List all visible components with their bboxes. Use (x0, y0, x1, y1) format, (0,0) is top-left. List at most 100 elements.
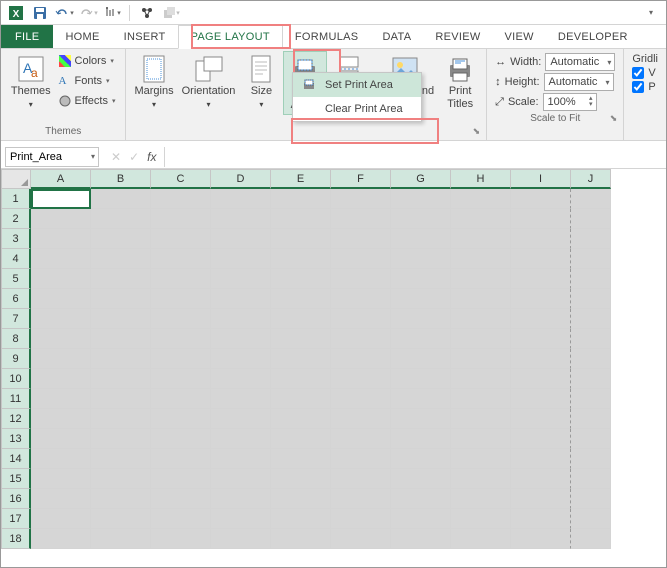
scale-launcher[interactable]: ⬊ (610, 113, 618, 124)
cell[interactable] (451, 389, 511, 409)
cell[interactable] (211, 209, 271, 229)
cell[interactable] (271, 489, 331, 509)
cell[interactable] (31, 369, 91, 389)
row-header[interactable]: 4 (1, 249, 31, 269)
cell[interactable] (331, 249, 391, 269)
row-header[interactable]: 1 (1, 189, 31, 209)
row-header[interactable]: 18 (1, 529, 31, 549)
col-header-b[interactable]: B (91, 169, 151, 189)
cell[interactable] (391, 249, 451, 269)
cell[interactable] (331, 369, 391, 389)
cell[interactable] (511, 409, 571, 429)
cell[interactable] (151, 289, 211, 309)
cell[interactable] (571, 269, 611, 289)
cell[interactable] (571, 249, 611, 269)
cell[interactable] (511, 349, 571, 369)
fonts-button[interactable]: AFonts ▾ (57, 71, 118, 91)
row-header[interactable]: 7 (1, 309, 31, 329)
cell[interactable] (571, 429, 611, 449)
row-header[interactable]: 13 (1, 429, 31, 449)
cell[interactable] (211, 269, 271, 289)
cell[interactable] (211, 409, 271, 429)
row-header[interactable]: 17 (1, 509, 31, 529)
cell[interactable] (211, 189, 271, 209)
cell[interactable] (571, 369, 611, 389)
cell[interactable] (391, 429, 451, 449)
cell[interactable] (331, 529, 391, 549)
cell[interactable] (91, 309, 151, 329)
cell[interactable] (91, 229, 151, 249)
cell[interactable] (451, 429, 511, 449)
cell[interactable] (331, 229, 391, 249)
cell[interactable] (271, 209, 331, 229)
cell[interactable] (391, 449, 451, 469)
themes-button[interactable]: Aa Themes ▾ (5, 51, 57, 113)
cell[interactable] (511, 289, 571, 309)
cell[interactable] (331, 349, 391, 369)
cell[interactable] (271, 369, 331, 389)
cell[interactable] (211, 229, 271, 249)
scale-spinner[interactable]: 100%▴▾ (543, 93, 597, 111)
qat-customize-button[interactable]: ▾ (640, 3, 662, 23)
cell[interactable] (151, 529, 211, 549)
cell[interactable] (391, 529, 451, 549)
cell[interactable] (571, 189, 611, 209)
insert-function-button[interactable]: fx (147, 150, 156, 164)
cell[interactable] (331, 449, 391, 469)
cell[interactable] (151, 509, 211, 529)
cell[interactable] (391, 409, 451, 429)
cell[interactable] (211, 309, 271, 329)
cell[interactable] (331, 189, 391, 209)
tab-formulas[interactable]: FORMULAS (283, 25, 371, 48)
tab-view[interactable]: VIEW (493, 25, 546, 48)
cell[interactable] (151, 209, 211, 229)
enter-formula-button[interactable]: ✓ (129, 150, 139, 164)
cell[interactable] (91, 269, 151, 289)
cell[interactable] (451, 409, 511, 429)
cell[interactable] (91, 209, 151, 229)
cell[interactable] (151, 389, 211, 409)
cell[interactable] (571, 469, 611, 489)
row-header[interactable]: 14 (1, 449, 31, 469)
cell[interactable] (91, 489, 151, 509)
cell[interactable] (91, 349, 151, 369)
cell[interactable] (391, 349, 451, 369)
cell[interactable] (571, 349, 611, 369)
cell[interactable] (211, 369, 271, 389)
cell[interactable] (511, 189, 571, 209)
cell[interactable] (451, 229, 511, 249)
cell[interactable] (91, 289, 151, 309)
touch-mode-button[interactable]: ▾ (101, 3, 123, 23)
cell[interactable] (571, 509, 611, 529)
cell[interactable] (331, 289, 391, 309)
cell[interactable] (31, 229, 91, 249)
cell[interactable] (571, 329, 611, 349)
cell[interactable] (31, 529, 91, 549)
cell[interactable] (571, 229, 611, 249)
cell[interactable] (151, 449, 211, 469)
tab-developer[interactable]: DEVELOPER (546, 25, 640, 48)
cell[interactable] (271, 309, 331, 329)
col-header-g[interactable]: G (391, 169, 451, 189)
col-header-h[interactable]: H (451, 169, 511, 189)
cell[interactable] (511, 329, 571, 349)
select-all-button[interactable] (1, 169, 31, 189)
cell[interactable] (31, 449, 91, 469)
tab-insert[interactable]: INSERT (112, 25, 178, 48)
page-setup-launcher[interactable]: ⬊ (473, 126, 481, 137)
cell[interactable] (91, 329, 151, 349)
cell[interactable] (151, 409, 211, 429)
set-print-area-item[interactable]: Set Print Area (293, 73, 421, 97)
tab-data[interactable]: DATA (370, 25, 423, 48)
cell[interactable] (331, 489, 391, 509)
col-header-e[interactable]: E (271, 169, 331, 189)
orientation-button[interactable]: Orientation▾ (178, 51, 240, 113)
cell[interactable] (451, 189, 511, 209)
cell[interactable] (571, 309, 611, 329)
effects-button[interactable]: Effects ▾ (57, 91, 118, 111)
cell[interactable] (451, 509, 511, 529)
cell[interactable] (511, 229, 571, 249)
cell[interactable] (271, 469, 331, 489)
cell[interactable] (211, 249, 271, 269)
cell[interactable] (331, 509, 391, 529)
